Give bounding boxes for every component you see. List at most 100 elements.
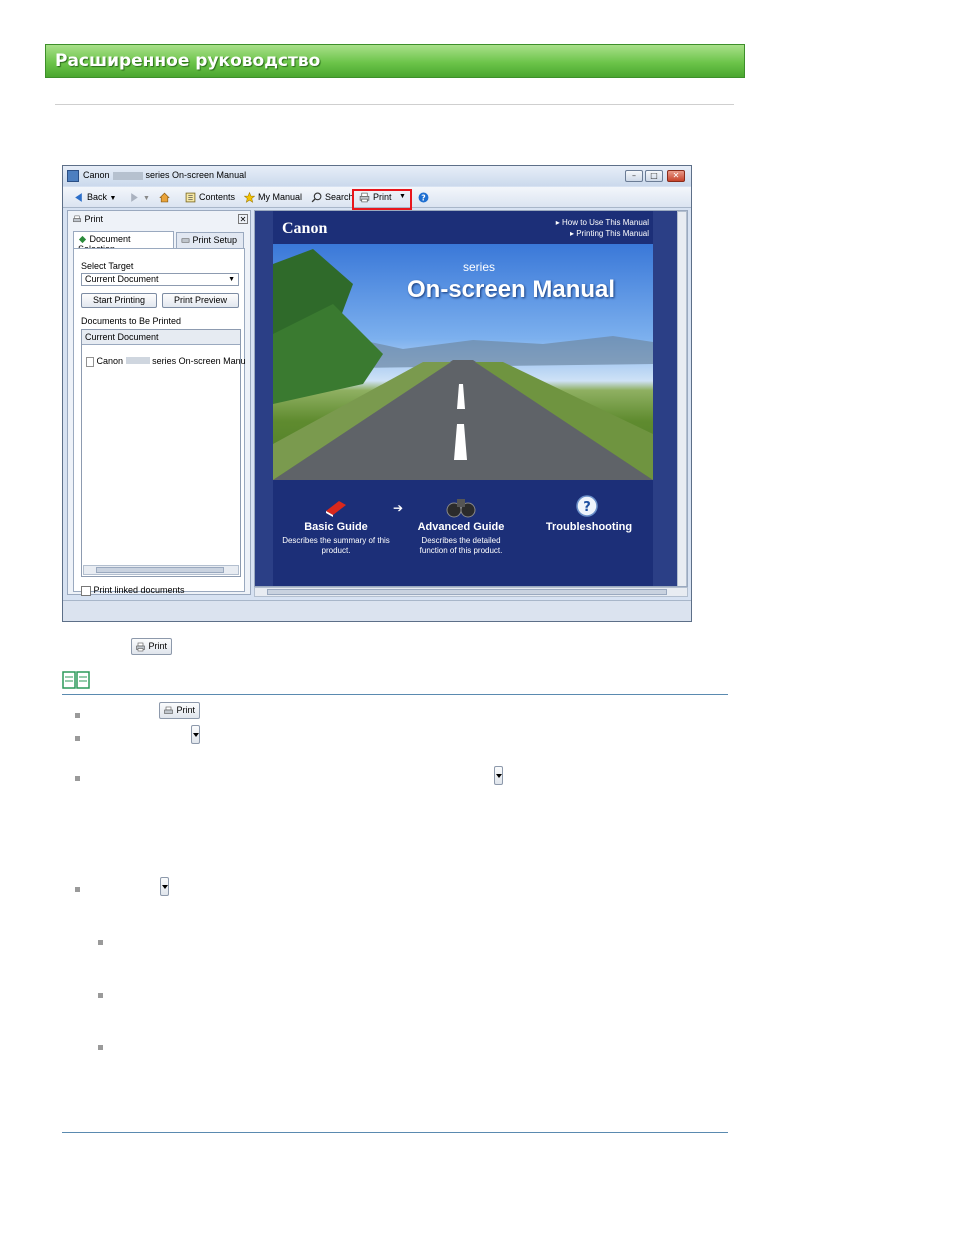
home-icon bbox=[159, 192, 170, 203]
sub-bullet bbox=[98, 993, 103, 998]
inline-print-button: Print bbox=[131, 638, 173, 655]
basic-guide-link[interactable]: Basic Guide Describes the summary of thi… bbox=[281, 521, 391, 556]
forward-arrow-icon bbox=[131, 193, 138, 203]
link-printing-manual[interactable]: ▸ Printing This Manual bbox=[556, 228, 649, 239]
bullet bbox=[75, 713, 80, 718]
advanced-guide-desc: Describes the detailed function of this … bbox=[419, 536, 503, 555]
svg-text:?: ? bbox=[421, 194, 425, 203]
search-button[interactable]: Search bbox=[311, 191, 354, 203]
section-header: Расширенное руководство bbox=[45, 44, 745, 78]
road-photo: series On-screen Manual bbox=[273, 244, 653, 480]
link-how-to-use-label: How to Use This Manual bbox=[562, 218, 649, 227]
link-how-to-use[interactable]: ▸ How to Use This Manual bbox=[556, 217, 649, 228]
select-target-label: Select Target bbox=[81, 261, 134, 271]
select-target-value: Current Document bbox=[85, 274, 159, 284]
contents-button[interactable]: Contents bbox=[185, 191, 235, 203]
section-title: Расширенное руководство bbox=[55, 51, 321, 71]
my-manual-button[interactable]: My Manual bbox=[244, 191, 302, 203]
document-selection-panel: Select Target Current Document ▼ Start P… bbox=[73, 248, 246, 596]
pane-title: Print bbox=[84, 214, 104, 224]
tab-document-selection[interactable]: Document Selection bbox=[73, 231, 174, 254]
maximize-button[interactable]: □ bbox=[645, 170, 663, 182]
scrollbar-thumb[interactable] bbox=[96, 567, 224, 573]
title-bar: Canon series On-screen Manual – □ ✕ bbox=[63, 166, 691, 186]
bullet bbox=[75, 776, 80, 781]
start-printing-button[interactable]: Start Printing bbox=[81, 293, 157, 308]
horizontal-scrollbar[interactable] bbox=[83, 565, 239, 575]
canon-logo: Canon bbox=[282, 220, 328, 237]
pane-header: Print bbox=[72, 214, 103, 224]
forward-button[interactable]: ▼ bbox=[129, 191, 150, 203]
select-target-dropdown[interactable]: Current Document ▼ bbox=[81, 273, 239, 286]
book-icon bbox=[323, 497, 349, 523]
contents-icon bbox=[185, 192, 196, 203]
document-selection-icon bbox=[78, 236, 87, 244]
doc-name-prefix: Canon bbox=[96, 356, 124, 366]
vertical-scrollbar[interactable] bbox=[677, 211, 687, 586]
print-linked-label: Print linked documents bbox=[93, 585, 185, 595]
redacted-model bbox=[112, 171, 143, 180]
tab-print-setup[interactable]: Print Setup bbox=[176, 232, 244, 248]
sub-bullet bbox=[98, 940, 103, 945]
advanced-guide-title: Advanced Guide bbox=[417, 521, 505, 533]
series-label: series bbox=[463, 260, 496, 274]
print-linked-checkbox[interactable]: Print linked documents bbox=[81, 585, 185, 596]
star-icon bbox=[244, 192, 255, 203]
svg-text:?: ? bbox=[583, 500, 591, 515]
divider bbox=[55, 104, 734, 105]
close-button[interactable]: ✕ bbox=[667, 170, 685, 182]
print-preview-button[interactable]: Print Preview bbox=[162, 293, 239, 308]
scrollbar-thumb[interactable] bbox=[267, 589, 667, 595]
documents-to-be-printed-label: Documents to Be Printed bbox=[81, 316, 182, 326]
title-suffix: series On-screen Manual bbox=[145, 170, 247, 180]
my-manual-label: My Manual bbox=[258, 192, 303, 202]
pane-close-icon[interactable]: ✕ bbox=[238, 214, 248, 224]
redacted-model bbox=[125, 357, 150, 364]
inline-print-button: Print bbox=[159, 702, 201, 719]
status-bar bbox=[63, 600, 691, 621]
manual-content-pane: Canon ▸ How to Use This Manual ▸ Printin… bbox=[254, 210, 688, 587]
manual-title: On-screen Manual bbox=[407, 276, 616, 303]
title-prefix: Canon bbox=[83, 170, 110, 180]
inline-print-label: Print bbox=[176, 705, 196, 715]
bullet bbox=[75, 887, 80, 892]
window-title: Canon series On-screen Manual bbox=[83, 170, 246, 180]
sub-bullet bbox=[98, 1045, 103, 1050]
back-label: Back bbox=[87, 192, 108, 202]
troubleshooting-title: Troubleshooting bbox=[545, 521, 633, 533]
back-arrow-icon bbox=[75, 193, 82, 203]
troubleshooting-link[interactable]: Troubleshooting bbox=[533, 521, 645, 533]
print-pane: Print ✕ Document Selection Print Setup S… bbox=[67, 210, 251, 596]
printer-icon bbox=[164, 706, 173, 714]
search-icon bbox=[311, 192, 322, 203]
list-item[interactable]: Canon series On-screen Manu bbox=[86, 356, 246, 367]
dropdown-arrow-icon bbox=[191, 725, 200, 744]
print-highlight-frame bbox=[352, 189, 412, 210]
bottom-divider bbox=[62, 1132, 728, 1133]
dropdown-arrow-icon bbox=[494, 766, 503, 785]
documents-list: Current Document Canon series On-screen … bbox=[81, 329, 246, 577]
tab-print-setup-label: Print Setup bbox=[192, 235, 238, 245]
doc-name-suffix: series On-screen Manu bbox=[152, 356, 246, 366]
inline-print-label: Print bbox=[148, 641, 168, 651]
basic-guide-title: Basic Guide bbox=[304, 521, 368, 533]
advanced-guide-link[interactable]: Advanced Guide Describes the detailed fu… bbox=[409, 521, 513, 556]
bullet bbox=[75, 736, 80, 741]
contents-label: Contents bbox=[199, 192, 236, 202]
content-horizontal-scrollbar[interactable] bbox=[254, 587, 688, 597]
binoculars-icon bbox=[445, 495, 477, 523]
checkbox[interactable] bbox=[81, 585, 91, 596]
minimize-button[interactable]: – bbox=[625, 170, 643, 182]
home-button[interactable] bbox=[159, 191, 173, 203]
chevron-down-icon: ▼ bbox=[228, 276, 235, 283]
help-icon: ? bbox=[418, 192, 429, 203]
printer-icon bbox=[136, 642, 145, 651]
note-icon bbox=[62, 670, 90, 694]
help-button[interactable]: ? bbox=[418, 191, 432, 203]
back-button[interactable]: Back ▼ bbox=[73, 191, 116, 203]
printer-icon bbox=[73, 215, 81, 223]
list-header: Current Document bbox=[82, 330, 240, 345]
printer-icon bbox=[181, 238, 190, 243]
top-links: ▸ How to Use This Manual ▸ Printing This… bbox=[556, 217, 649, 239]
note-divider bbox=[62, 694, 728, 695]
